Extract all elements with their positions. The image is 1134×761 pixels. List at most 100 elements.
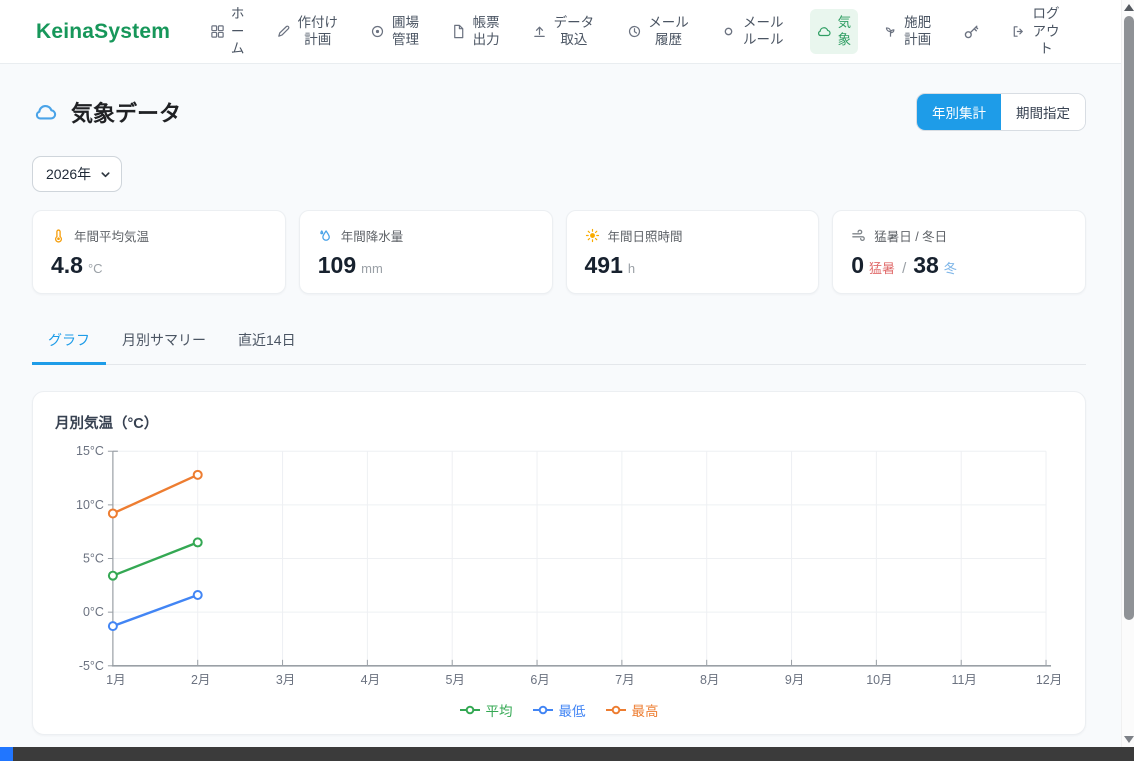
page-title: 気象データ xyxy=(32,96,181,128)
nav-item-data-import[interactable]: データ取込 xyxy=(526,9,602,54)
taskbar-accent-square[interactable] xyxy=(0,747,13,761)
cloud-icon xyxy=(816,24,832,39)
nav-item-label: 圃場管理 xyxy=(390,14,420,49)
document-icon xyxy=(451,24,466,39)
stat-card-extreme-days: 猛暑日 / 冬日 0 猛暑 / 38 冬 xyxy=(832,210,1086,294)
nav-item-label: 施肥計画 xyxy=(903,14,933,49)
history-clock-icon xyxy=(627,24,642,39)
legend-item-minimum[interactable]: 最低 xyxy=(533,700,586,720)
nav-item-report-output[interactable]: 帳票出力 xyxy=(445,9,507,54)
x-tick-label: 3月 xyxy=(276,673,295,687)
y-tick-label: 0°C xyxy=(83,605,104,619)
nav-item-mail-history[interactable]: メール履歴 xyxy=(621,9,697,54)
stat-cards: 年間平均気温 4.8 °C 年間降水量 109 mm xyxy=(32,210,1086,294)
nav-item-logout[interactable]: ログアウト xyxy=(1005,0,1067,63)
nav-item-label: 作付け計画 xyxy=(296,14,340,49)
stat-unit: h xyxy=(628,261,635,276)
legend-marker xyxy=(460,705,480,715)
stat-value: 4.8 xyxy=(51,252,83,279)
nav-item-label: メール履歴 xyxy=(647,14,691,49)
nav-item-planting-plan[interactable]: 作付け計画 xyxy=(270,9,346,54)
x-tick-label: 4月 xyxy=(361,673,380,687)
upload-icon xyxy=(532,24,547,39)
chevron-down-icon xyxy=(100,169,111,180)
circle-icon xyxy=(721,24,736,39)
winter-days-value: 38 xyxy=(913,252,939,279)
x-tick-label: 11月 xyxy=(951,673,976,687)
legend-item-average[interactable]: 平均 xyxy=(460,700,513,720)
view-toggle: 年別集計 期間指定 xyxy=(916,93,1086,131)
nav-item-password[interactable] xyxy=(957,18,986,45)
scroll-down-arrow-icon[interactable] xyxy=(1124,736,1134,743)
legend-label: 最高 xyxy=(632,700,659,720)
chart-title: 月別気温（°C） xyxy=(55,412,1063,433)
x-tick-label: 10月 xyxy=(866,673,892,687)
app-header: KeinaSystem ホーム 作付け計画 圃場管理 帳票出力 xyxy=(0,0,1121,64)
stat-card-precipitation: 年間降水量 109 mm xyxy=(299,210,553,294)
x-tick-label: 7月 xyxy=(615,673,634,687)
stat-label: 年間日照時間 xyxy=(608,226,683,245)
stat-label: 年間平均気温 xyxy=(74,226,149,245)
pencil-icon xyxy=(276,24,291,39)
stat-unit: °C xyxy=(88,261,103,276)
yearly-summary-button[interactable]: 年別集計 xyxy=(917,94,1001,130)
x-tick-label: 6月 xyxy=(530,673,549,687)
home-grid-icon xyxy=(210,24,225,39)
nav-item-home[interactable]: ホーム xyxy=(204,0,251,63)
nav-item-label: ホーム xyxy=(230,5,245,58)
vertical-scrollbar[interactable] xyxy=(1121,0,1134,747)
sun-icon xyxy=(585,228,600,243)
tab-monthly-summary[interactable]: 月別サマリー xyxy=(106,320,222,365)
year-select-value: 2026年 xyxy=(46,164,91,184)
stat-card-sunshine: 年間日照時間 491 h xyxy=(566,210,820,294)
content-tabs: グラフ 月別サマリー 直近14日 xyxy=(32,320,1086,365)
temperature-line-chart: 15°C10°C5°C0°C-5°C1月2月3月4月5月6月7月8月9月10月1… xyxy=(55,441,1063,691)
legend-item-maximum[interactable]: 最高 xyxy=(606,700,659,720)
map-pin-icon xyxy=(370,24,385,39)
chart-card: 月別気温（°C） 15°C10°C5°C0°C-5°C1月2月3月4月5月6月7… xyxy=(32,391,1086,735)
nav-item-fertilizer-plan[interactable]: 施肥計画 xyxy=(877,9,939,54)
thermometer-icon xyxy=(51,228,66,243)
nav-item-weather[interactable]: 気象 xyxy=(810,9,858,54)
period-select-button[interactable]: 期間指定 xyxy=(1001,94,1085,130)
stat-label: 猛暑日 / 冬日 xyxy=(874,226,947,245)
scrollbar-thumb[interactable] xyxy=(1124,16,1134,620)
nav-item-label: データ取込 xyxy=(552,14,596,49)
legend-label: 平均 xyxy=(486,700,513,720)
chart-legend: 平均 最低 最高 xyxy=(55,700,1063,720)
app-logo: KeinaSystem xyxy=(36,20,170,44)
x-tick-label: 12月 xyxy=(1036,673,1062,687)
raindrop-icon xyxy=(318,228,333,243)
y-tick-label: 15°C xyxy=(76,444,104,458)
monthly-temperature-chart: 15°C10°C5°C0°C-5°C1月2月3月4月5月6月7月8月9月10月1… xyxy=(55,441,1063,696)
nav-item-label: ログアウト xyxy=(1031,5,1061,58)
logout-icon xyxy=(1011,24,1026,39)
stat-card-avg-temp: 年間平均気温 4.8 °C xyxy=(32,210,286,294)
x-tick-label: 2月 xyxy=(191,673,210,687)
hot-days-unit: 猛暑 xyxy=(869,258,895,277)
x-tick-label: 5月 xyxy=(446,673,465,687)
nav-item-label: 気象 xyxy=(837,14,852,49)
tab-recent-14-days[interactable]: 直近14日 xyxy=(222,320,312,365)
tab-graph[interactable]: グラフ xyxy=(32,320,106,365)
scroll-up-arrow-icon[interactable] xyxy=(1124,4,1134,11)
key-icon xyxy=(963,23,980,40)
legend-label: 最低 xyxy=(559,700,586,720)
taskbar xyxy=(0,747,1134,761)
y-tick-label: 10°C xyxy=(76,498,104,512)
year-select[interactable]: 2026年 xyxy=(32,156,122,192)
winter-days-unit: 冬 xyxy=(944,258,957,277)
cloud-icon xyxy=(32,100,59,124)
stat-unit: mm xyxy=(361,261,383,276)
y-tick-label: -5°C xyxy=(79,659,104,673)
x-tick-label: 8月 xyxy=(700,673,719,687)
wind-icon xyxy=(851,228,866,243)
main-nav: ホーム 作付け計画 圃場管理 帳票出力 データ取込 xyxy=(204,0,1067,63)
legend-marker xyxy=(533,705,553,715)
nav-item-mail-rules[interactable]: メールルール xyxy=(715,9,791,54)
hot-days-value: 0 xyxy=(851,252,864,279)
x-tick-label: 9月 xyxy=(785,673,804,687)
nav-item-field-management[interactable]: 圃場管理 xyxy=(364,9,426,54)
nav-item-label: 帳票出力 xyxy=(471,14,501,49)
stat-value: 109 xyxy=(318,252,356,279)
